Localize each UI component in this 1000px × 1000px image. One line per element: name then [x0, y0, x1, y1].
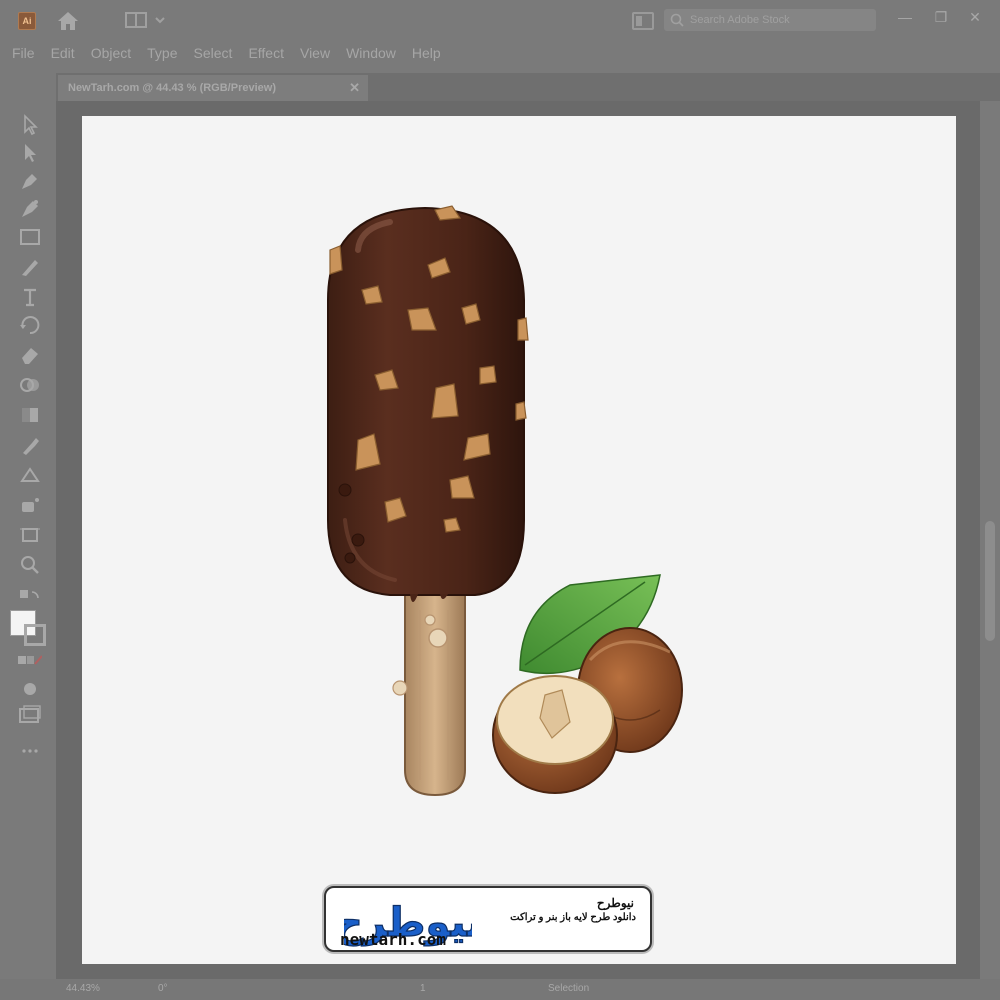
zoom-tool-icon[interactable]	[18, 554, 42, 576]
workspace-switcher-icon[interactable]	[124, 11, 168, 29]
artboard-number[interactable]: 1	[420, 983, 426, 994]
status-bar: 44.43% 0° 1 Selection	[0, 979, 1000, 1000]
swap-colors-icon[interactable]	[18, 586, 42, 608]
symbol-sprayer-tool-icon[interactable]	[18, 494, 42, 516]
eyedropper-tool-icon[interactable]	[18, 434, 42, 456]
close-button[interactable]: ✕	[964, 6, 986, 28]
application-bar: Ai — ❐ ✕	[0, 0, 1000, 40]
restore-button[interactable]: ❐	[930, 6, 952, 28]
rotate-tool-icon[interactable]	[18, 314, 42, 336]
menu-help[interactable]: Help	[412, 45, 450, 61]
curvature-tool-icon[interactable]	[18, 198, 42, 220]
watermark-url: newtarh.com	[340, 930, 446, 949]
draw-mode-icon[interactable]	[18, 678, 42, 700]
menu-view[interactable]: View	[300, 45, 339, 61]
document-tab[interactable]: NewTarh.com @ 44.43 % (RGB/Preview) ✕	[58, 75, 368, 101]
document-tab-title: NewTarh.com @ 44.43 % (RGB/Preview)	[68, 82, 276, 94]
direct-selection-tool-icon[interactable]	[18, 142, 42, 164]
tools-panel	[0, 100, 56, 980]
watermark-site-name: نیوطرح	[596, 896, 634, 910]
search-icon	[670, 13, 684, 27]
selection-tool-icon[interactable]	[18, 114, 42, 136]
watermark-tagline: دانلود طرح لایه باز بنر و تراکت	[510, 912, 636, 923]
menu-type[interactable]: Type	[147, 45, 186, 61]
menu-edit[interactable]: Edit	[51, 45, 84, 61]
wooden-stick	[404, 584, 466, 797]
blend-tool-icon[interactable]	[18, 464, 42, 486]
illustrator-logo: Ai	[18, 12, 36, 30]
minimize-button[interactable]: —	[894, 6, 916, 28]
menu-bar: File Edit Object Type Select Effect View…	[0, 40, 1000, 66]
more-tools-icon[interactable]	[18, 740, 42, 762]
paintbrush-tool-icon[interactable]	[18, 256, 42, 278]
search-stock-field[interactable]	[664, 9, 876, 31]
rotation-view[interactable]: 0°	[158, 983, 168, 994]
close-tab-icon[interactable]: ✕	[349, 80, 360, 96]
menu-file[interactable]: File	[12, 45, 44, 61]
vertical-scrollbar[interactable]	[980, 101, 1000, 979]
shape-builder-tool-icon[interactable]	[18, 374, 42, 396]
current-tool-label: Selection	[548, 983, 590, 994]
menu-window[interactable]: Window	[346, 45, 405, 61]
rectangle-tool-icon[interactable]	[18, 226, 42, 248]
gradient-tool-icon[interactable]	[18, 404, 42, 426]
menu-select[interactable]: Select	[194, 45, 242, 61]
search-input[interactable]	[690, 14, 860, 26]
eraser-tool-icon[interactable]	[18, 344, 42, 366]
type-tool-icon[interactable]	[18, 286, 42, 308]
newtarh-watermark: نیوطرح نیوطرح دانلود طرح لایه باز بنر و …	[324, 886, 652, 952]
menu-effect[interactable]: Effect	[248, 45, 293, 61]
artboard-tool-icon[interactable]	[18, 524, 42, 546]
menu-object[interactable]: Object	[91, 45, 140, 61]
zoom-level[interactable]: 44.43%	[66, 983, 100, 994]
home-icon[interactable]	[56, 10, 80, 32]
ice-cream-illustration[interactable]	[300, 190, 700, 810]
arrange-documents-icon[interactable]	[632, 12, 654, 30]
color-mode-icon[interactable]	[18, 650, 43, 672]
pen-tool-icon[interactable]	[18, 170, 42, 192]
scrollbar-thumb[interactable]	[985, 521, 995, 641]
stroke-color-swatch[interactable]	[24, 624, 46, 646]
screen-mode-icon[interactable]	[18, 704, 42, 726]
